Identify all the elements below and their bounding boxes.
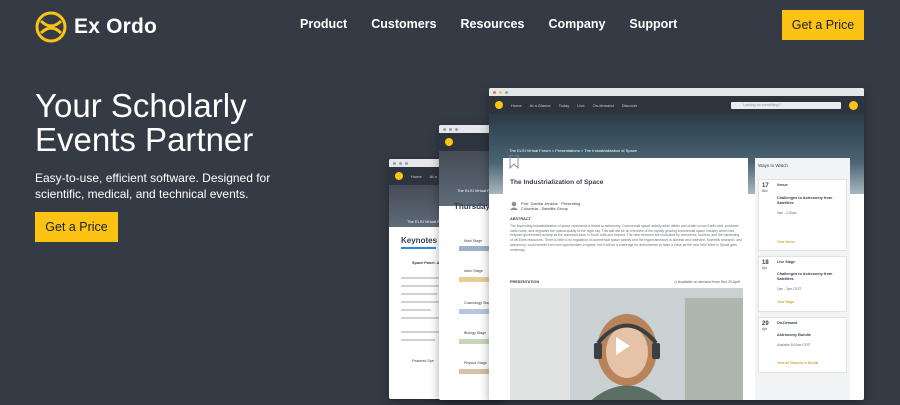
watch-tag: Venue xyxy=(777,183,788,187)
author-affiliation: Columbia - Satellite Group xyxy=(521,206,568,211)
stage-physics: Physics Stage xyxy=(464,361,487,365)
get-price-button-header[interactable]: Get a Price xyxy=(782,10,864,40)
availability-label: Available on demand from Sun 29 April xyxy=(677,280,740,284)
watch-date: 29 Apr xyxy=(762,321,769,331)
keynotes-title: Keynotes xyxy=(401,236,438,245)
presentation-author: Prof. Danika Jenkins · Presenting Columb… xyxy=(521,201,580,211)
speaker-icon xyxy=(510,201,518,210)
app-nav-discover: Discover xyxy=(621,102,638,108)
watch-time: 9am - 3:30am xyxy=(777,211,797,215)
bookmark-icon xyxy=(509,155,519,169)
app-search-input: Looking for something? xyxy=(731,101,841,109)
logo[interactable]: Ex Ordo xyxy=(35,11,157,43)
watch-tag: Live Stage xyxy=(777,260,795,264)
nav-company[interactable]: Company xyxy=(548,17,605,31)
watch-date: 18 Apr xyxy=(762,260,769,270)
stage-biology: Biology Stage xyxy=(464,331,487,335)
avatar-icon xyxy=(849,100,858,110)
clock-icon: ◷ xyxy=(673,280,678,284)
watch-date: 17 Nov xyxy=(762,183,769,193)
stage-main: Main Stage xyxy=(464,239,483,243)
get-price-button-hero[interactable]: Get a Price xyxy=(35,212,118,242)
app-logo-icon xyxy=(495,101,503,109)
stage-astro: Astro Stage xyxy=(464,269,483,273)
browser-chrome xyxy=(489,88,864,96)
watch-time: 2pm - 3pm CEST xyxy=(777,287,802,291)
tab-underline xyxy=(401,247,436,249)
presentation-heading: PRESENTATION xyxy=(510,280,540,284)
watch-time: Available 8:00am CEST xyxy=(777,343,811,347)
watch-link: View all Sessions in Bundle xyxy=(777,361,819,365)
presentation-panel: The Industrialization of Space Prof. Dan… xyxy=(503,155,748,400)
ways-to-watch-title: Ways to Watch xyxy=(758,163,788,168)
presentation-title: The Industrialization of Space xyxy=(510,179,604,186)
app-nav-live: Live xyxy=(577,102,585,108)
watch-title: Astronomy Bundle xyxy=(777,333,811,337)
abstract-text: The impending industrialization of space… xyxy=(510,224,742,252)
hero-subtitle: Easy-to-use, efficient software. Designe… xyxy=(35,171,271,201)
app-logo-icon xyxy=(395,172,403,180)
play-icon xyxy=(616,337,630,355)
watch-item-venue: 17 Nov Venue Challenges to Astronomy from… xyxy=(758,179,847,251)
watch-link: View Venue xyxy=(777,240,795,244)
watch-item-live-stage: 18 Apr Live Stage Challenges to Astronomy… xyxy=(758,256,847,312)
availability-text: ◷ Available on demand from Sun 29 April xyxy=(674,280,740,284)
main-nav: Product Customers Resources Company Supp… xyxy=(300,17,701,31)
watch-link: View Stage xyxy=(777,300,795,304)
nav-home: Home xyxy=(411,173,422,179)
nav-support[interactable]: Support xyxy=(629,17,677,31)
featured-speakers-label: Featured Spe xyxy=(412,359,434,363)
app-nav-at-a-glance: At a Glance xyxy=(529,102,551,108)
schedule-day: Thursday xyxy=(454,202,491,211)
app-nav-on-demand: On-demand xyxy=(592,102,614,108)
hero-title: Your Scholarly Events Partner xyxy=(35,87,254,158)
ways-to-watch-panel: Ways to Watch 17 Nov Venue Challenges to … xyxy=(755,158,850,400)
watch-tag: On-Demand xyxy=(777,321,798,325)
nav-resources[interactable]: Resources xyxy=(461,17,525,31)
nav-product[interactable]: Product xyxy=(300,17,347,31)
abstract-heading: ABSTRACT xyxy=(510,217,531,221)
breadcrumb: The ELSI Virtual F xyxy=(407,219,440,224)
watch-item-on-demand: 29 Apr On-Demand Astronomy Bundle Availab… xyxy=(758,317,847,373)
video-player xyxy=(510,288,743,400)
nav-at-a: At a xyxy=(429,173,437,179)
app-nav-today: Today xyxy=(558,102,570,108)
watch-title: Challenges to Astronomy from Satellites xyxy=(777,272,833,281)
app-logo-icon xyxy=(445,138,453,146)
app-topbar: Home At a Glance Today Live On-demand Di… xyxy=(489,96,864,114)
app-nav-home: Home xyxy=(511,102,522,108)
breadcrumb: The ELSI Virtual F xyxy=(457,188,490,193)
nav-customers[interactable]: Customers xyxy=(371,17,436,31)
ex-ordo-logo-icon xyxy=(35,11,67,43)
brand-name: Ex Ordo xyxy=(74,15,158,38)
mockup-presentation: Home At a Glance Today Live On-demand Di… xyxy=(489,88,864,400)
watch-title: Challenges to Astronomy from Satellites xyxy=(777,196,833,205)
breadcrumb: The ELSI Virtual Forum > Presentations >… xyxy=(509,148,637,153)
